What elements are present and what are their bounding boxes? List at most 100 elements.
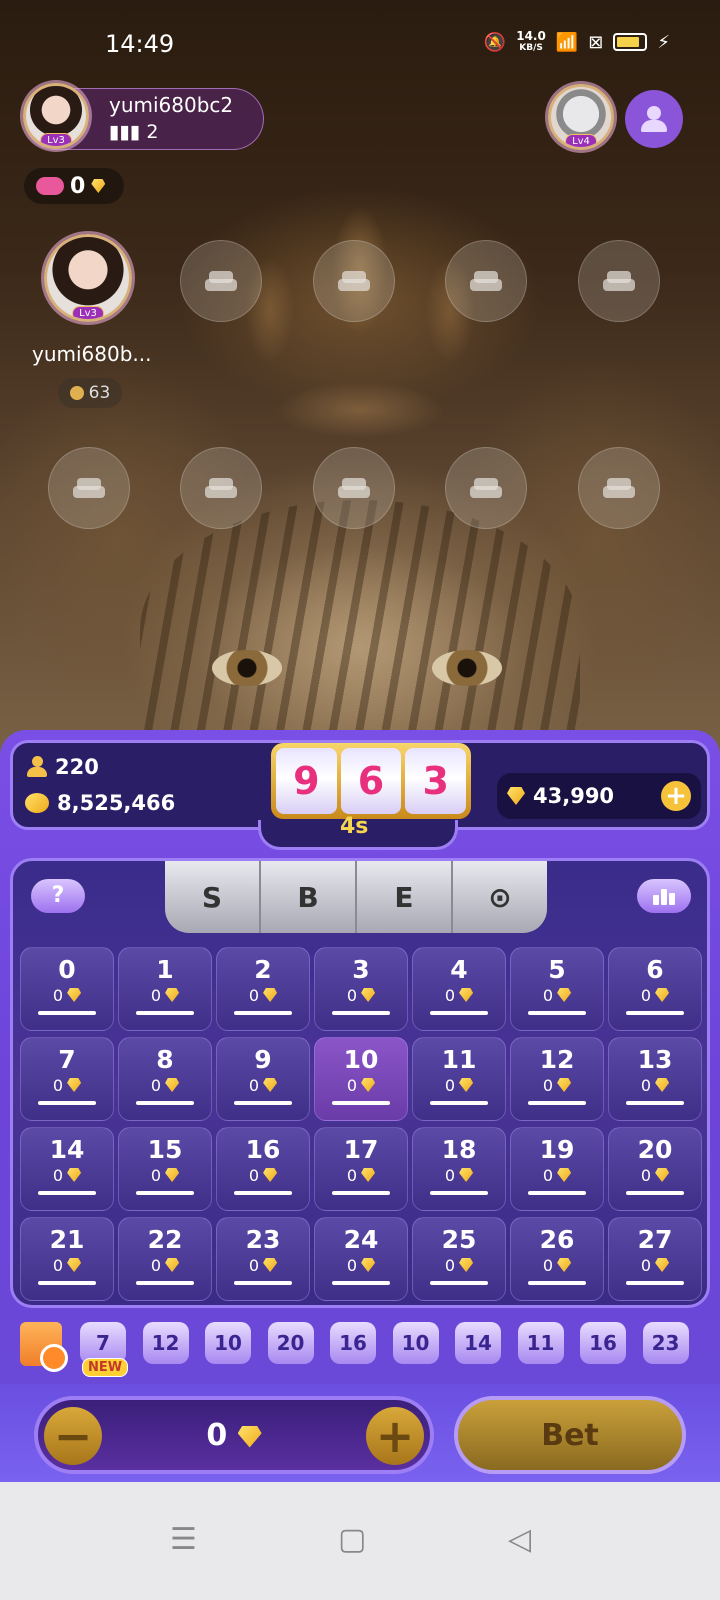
bet-cell[interactable]: 23 0 bbox=[216, 1217, 310, 1301]
owner-avatar[interactable]: Lv4 bbox=[548, 84, 614, 150]
bet-cell[interactable]: 50 bbox=[510, 947, 604, 1031]
bet-amount-stepper: − 0 + bbox=[34, 1396, 434, 1474]
bet-cell[interactable]: 13 0 bbox=[608, 1037, 702, 1121]
cell-number: 13 bbox=[637, 1045, 673, 1074]
bet-cell[interactable]: 30 bbox=[314, 947, 408, 1031]
online-users-button[interactable] bbox=[625, 90, 683, 148]
bet-cell[interactable]: 60 bbox=[608, 947, 702, 1031]
empty-seat[interactable] bbox=[313, 240, 395, 322]
bet-cell[interactable]: 20 0 bbox=[608, 1127, 702, 1211]
tab-e[interactable]: E bbox=[357, 861, 453, 933]
cell-bet: 0 bbox=[249, 1166, 278, 1185]
tab-b[interactable]: B bbox=[261, 861, 357, 933]
cell-number: 6 bbox=[646, 955, 664, 984]
empty-seat[interactable] bbox=[578, 240, 660, 322]
bet-cell[interactable]: 17 0 bbox=[314, 1127, 408, 1211]
bet-cell[interactable]: 22 0 bbox=[118, 1217, 212, 1301]
cell-bet: 0 bbox=[543, 1256, 572, 1275]
charging-icon: ⚡ bbox=[657, 31, 670, 53]
empty-seat[interactable] bbox=[48, 447, 130, 529]
cell-progress bbox=[136, 1190, 194, 1195]
leaderboard-button[interactable] bbox=[637, 879, 691, 913]
host-chip[interactable]: Lv3 yumi680bc2 ▮▮▮ 2 bbox=[23, 83, 264, 150]
bet-cell[interactable]: 40 bbox=[412, 947, 506, 1031]
bet-cell[interactable]: 10 0 bbox=[314, 1037, 408, 1121]
host-level-badge: Lv3 bbox=[40, 133, 72, 146]
seat-user-name: yumi680b... bbox=[32, 342, 152, 366]
cell-bet: 0 bbox=[641, 986, 670, 1005]
number-grid: 0 0 1 0 2 0 3 0 4 0 5 0 6 0 7 0 8 0 9 0 10 0 11 0 12 0 13 0 14 0 15 0 16… bbox=[20, 947, 702, 1301]
increase-button[interactable]: + bbox=[366, 1407, 424, 1465]
cell-number: 24 bbox=[343, 1225, 379, 1254]
recharge-button[interactable]: + bbox=[661, 781, 691, 811]
bet-cell[interactable]: 15 0 bbox=[118, 1127, 212, 1211]
cell-progress bbox=[430, 1190, 488, 1195]
bet-cell[interactable]: 12 0 bbox=[510, 1037, 604, 1121]
bet-cell[interactable]: 10 bbox=[118, 947, 212, 1031]
bet-type-tabs: S B E ⊙ bbox=[165, 861, 547, 933]
diamond-icon bbox=[67, 1258, 82, 1272]
bet-cell[interactable]: 70 bbox=[20, 1037, 114, 1121]
bet-cell[interactable]: 19 0 bbox=[510, 1127, 604, 1211]
cell-bet: 0 bbox=[53, 986, 82, 1005]
bet-cell[interactable]: 90 bbox=[216, 1037, 310, 1121]
diamond-icon bbox=[655, 1258, 670, 1272]
bet-cell[interactable]: 20 bbox=[216, 947, 310, 1031]
cell-bet: 0 bbox=[347, 1166, 376, 1185]
bet-cell[interactable]: 11 0 bbox=[412, 1037, 506, 1121]
back-icon[interactable]: ◁ bbox=[508, 1522, 531, 1557]
sofa-icon bbox=[338, 478, 370, 498]
cell-number: 21 bbox=[49, 1225, 85, 1254]
result-history: 7 12 10 20 16 10 14 11 16 23 NEW bbox=[0, 1320, 720, 1380]
empty-seat[interactable] bbox=[578, 447, 660, 529]
bet-cell[interactable]: 80 bbox=[118, 1037, 212, 1121]
diamond-icon bbox=[361, 988, 376, 1002]
bet-cell[interactable]: 00 bbox=[20, 947, 114, 1031]
bar-chart-icon bbox=[653, 895, 659, 905]
bet-cell[interactable]: 26 0 bbox=[510, 1217, 604, 1301]
bet-cell[interactable]: 27 0 bbox=[608, 1217, 702, 1301]
cell-bet: 0 bbox=[641, 1166, 670, 1185]
cell-bet: 0 bbox=[543, 1076, 572, 1095]
bet-cell[interactable]: 24 0 bbox=[314, 1217, 408, 1301]
bet-cell[interactable]: 16 0 bbox=[216, 1127, 310, 1211]
sofa-icon bbox=[603, 478, 635, 498]
bet-cell[interactable]: 25 0 bbox=[412, 1217, 506, 1301]
cell-number: 18 bbox=[441, 1135, 477, 1164]
game-counter-chip[interactable]: 0 bbox=[24, 168, 124, 204]
tab-s[interactable]: S bbox=[165, 861, 261, 933]
diamond-balance: 43,990 + bbox=[497, 773, 701, 819]
host-avatar[interactable]: Lv3 bbox=[23, 83, 89, 149]
history-log-icon[interactable] bbox=[20, 1322, 68, 1372]
empty-seat[interactable] bbox=[445, 240, 527, 322]
menu-icon[interactable]: ☰ bbox=[170, 1522, 197, 1557]
bet-cell[interactable]: 21 0 bbox=[20, 1217, 114, 1301]
cell-progress bbox=[136, 1280, 194, 1285]
cell-progress bbox=[626, 1280, 684, 1285]
home-icon[interactable]: ▢ bbox=[338, 1522, 366, 1557]
player-count: 220 bbox=[27, 755, 99, 779]
help-button[interactable]: ? bbox=[31, 879, 85, 913]
tiger-eye-left bbox=[212, 650, 282, 686]
reel: 9 bbox=[276, 748, 337, 814]
diamond-icon bbox=[67, 988, 82, 1002]
bet-cell[interactable]: 18 0 bbox=[412, 1127, 506, 1211]
cell-number: 11 bbox=[441, 1045, 477, 1074]
empty-seat[interactable] bbox=[180, 447, 262, 529]
game-panel: 220 8,525,466 9 6 3 43,990 + 4s ? S B E … bbox=[0, 730, 720, 1482]
diamond-icon bbox=[67, 1078, 82, 1092]
cell-progress bbox=[528, 1280, 586, 1285]
seat-user-level: Lv3 bbox=[72, 306, 104, 319]
empty-seat[interactable] bbox=[180, 240, 262, 322]
tab-o[interactable]: ⊙ bbox=[453, 861, 547, 933]
empty-seat[interactable] bbox=[313, 447, 395, 529]
person-icon bbox=[27, 756, 47, 778]
cell-bet: 0 bbox=[151, 1076, 180, 1095]
status-icons: 🔕 14.0 KB/S 📶 ⊠ ⚡ bbox=[484, 30, 670, 54]
bet-button[interactable]: Bet bbox=[454, 1396, 686, 1474]
battery-icon bbox=[613, 33, 648, 51]
bet-cell[interactable]: 14 0 bbox=[20, 1127, 114, 1211]
empty-seat[interactable] bbox=[445, 447, 527, 529]
coin-total: 8,525,466 bbox=[25, 791, 175, 815]
seat-user-avatar[interactable]: Lv3 bbox=[44, 234, 132, 322]
